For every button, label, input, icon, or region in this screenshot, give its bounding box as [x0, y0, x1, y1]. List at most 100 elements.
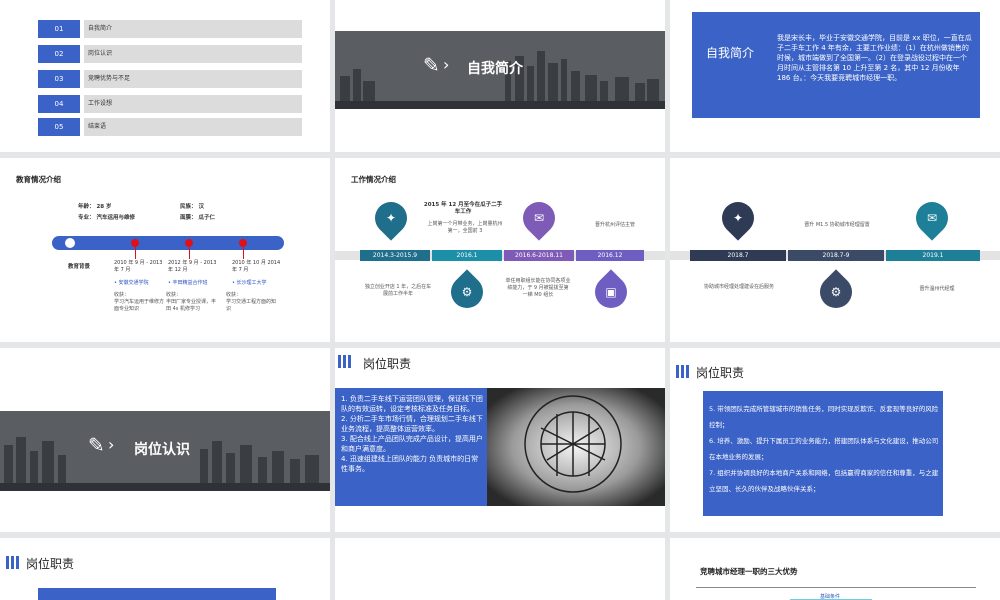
company-label: 面膜： 瓜子仁	[180, 215, 215, 221]
highlight-title: 2015 年 12 月至今在瓜子二手车工作	[423, 202, 503, 215]
period-chip: 2018.7	[690, 250, 786, 261]
edu-school: • 丰田精益合作班	[168, 280, 208, 286]
toc-label: 自我简介	[84, 20, 302, 38]
major-label: 专业： 汽车运用与维修	[78, 215, 135, 221]
edu-date: 2010 年 9 月 - 2013 年 7 月	[114, 260, 163, 273]
city-banner: ✎ › 岗位认识	[0, 411, 330, 491]
architecture-photo	[487, 388, 665, 506]
edu-date: 2012 年 9 月 - 2013 年 12 月	[168, 260, 217, 273]
slide-blank[interactable]	[335, 538, 665, 600]
work-note: 单任用职组长能在协同各项业绩能力，于 9 月被提拔至第一梯 M0 组长	[505, 278, 571, 298]
edu-date: 2010 年 10 月 2014 年 7 月	[232, 260, 281, 273]
toc-item[interactable]: 05 结束语	[38, 118, 302, 136]
period-chip: 2014.3-2015.9	[360, 250, 430, 261]
gear-icon: ⚙	[461, 285, 473, 299]
slide-intro-banner[interactable]: ✎ › 自我简介	[335, 0, 665, 152]
timeline-bar	[52, 236, 284, 250]
duty-box: 5. 带领团队完成所管辖城市的销售任务，同时实现反欺诈、反套现等良好的风险控制；…	[703, 391, 943, 516]
slide-toc[interactable]: 01 自我简介 02 岗位认识 03 竞聘优势与不足 04 工作设想 05 结束…	[0, 0, 330, 152]
section-marker	[338, 355, 351, 368]
timeline-dot	[239, 239, 247, 247]
briefcase-icon: ▣	[605, 285, 617, 299]
toc-label: 岗位认识	[84, 45, 302, 63]
slide-work-2[interactable]: ✦ ✉ 2018.7 2018.7-9 2019.1 ⚙ 协助城市经理处理建设在…	[670, 158, 1000, 342]
toc-num: 03	[38, 70, 80, 88]
slide-title: 岗位职责	[363, 357, 412, 371]
edu-school: • 安徽交通学院	[114, 280, 149, 286]
slide-duties-2[interactable]: 岗位职责 5. 带领团队完成所管辖城市的销售任务，同时实现反欺诈、反套现等良好的…	[670, 348, 1000, 532]
slide-duties-1[interactable]: 岗位职责 1. 负责二手车线下运营团队管理，保证线下团队的有效运转，设定考核标准…	[335, 348, 665, 532]
slide-role-banner[interactable]: ✎ › 岗位认识	[0, 348, 330, 532]
slide-title: 教育情况介绍	[16, 175, 61, 184]
pin-marker: ⚙	[813, 269, 859, 315]
slide-intro-text[interactable]: 自我简介 我是宋长丰，毕业于安徽交通学院，目前是 xx 职位，一直在瓜子二手车工…	[670, 0, 1000, 152]
lightbulb-icon: ✦	[732, 211, 744, 225]
edu-note: 收获： 学习交通工程方面的知识	[226, 292, 277, 312]
toc-item[interactable]: 02 岗位认识	[38, 45, 302, 63]
duty-text: 5. 带领团队完成所管辖城市的销售任务，同时实现反欺诈、反套现等良好的风险控制；…	[709, 405, 939, 493]
edu-note: 收获： 学习汽车运用于维修方面专业知识	[114, 292, 165, 312]
intro-text: 我是宋长丰，毕业于安徽交通学院，目前是 xx 职位，一直在瓜子二手车工作 4 年…	[777, 34, 972, 82]
timeline-start	[65, 238, 75, 248]
slide-education[interactable]: 教育情况介绍 年龄： 28 岁 民族： 汉 专业： 汽车运用与维修 面膜： 瓜子…	[0, 158, 330, 342]
banner-title: 自我简介	[467, 61, 523, 77]
slide-title: 竞聘城市经理一职的三大优势	[700, 567, 798, 576]
slide-advantages[interactable]: 竞聘城市经理一职的三大优势 基础条件	[670, 538, 1000, 600]
pin-marker: ✦	[715, 195, 761, 241]
banner-title: 岗位认识	[134, 442, 190, 458]
chevron-right-icon: ›	[108, 435, 115, 454]
toc-num: 05	[38, 118, 80, 136]
period-chip: 2016.12	[576, 250, 644, 261]
edu-note: 收获： 丰田厂家专业授课，丰田 4s 机修学习	[166, 292, 217, 312]
section-marker	[6, 556, 19, 569]
pin-marker: ✦	[368, 195, 414, 241]
nation-label: 民族： 汉	[180, 204, 204, 210]
age-label: 年龄： 28 岁	[78, 204, 112, 210]
period-chip: 2016.1	[432, 250, 502, 261]
toc-label: 竞聘优势与不足	[84, 70, 302, 88]
period-chip: 2019.1	[886, 250, 980, 261]
duty-box	[38, 588, 276, 600]
duty-box: 1. 负责二手车线下运营团队管理，保证线下团队的有效运转，设定考核标准及任务目标…	[335, 388, 487, 506]
intro-box: 自我简介 我是宋长丰，毕业于安徽交通学院，目前是 xx 职位，一直在瓜子二手车工…	[692, 12, 980, 118]
work-note: 晋升杭州评估主管	[594, 222, 635, 228]
chevron-right-icon: ›	[443, 55, 450, 74]
period-chip: 2016.6-2018.11	[504, 250, 574, 261]
toc-item[interactable]: 03 竞聘优势与不足	[38, 70, 302, 88]
slide-work[interactable]: 工作情况介绍 2015 年 12 月至今在瓜子二手车工作 上岗第一个月带业务，上…	[335, 158, 665, 342]
timeline-dot	[131, 239, 139, 247]
divider	[696, 587, 976, 588]
edu-school: • 长沙理工大学	[232, 280, 267, 286]
section-marker	[676, 365, 689, 378]
toc-item[interactable]: 01 自我简介	[38, 20, 302, 38]
pin-marker: ✉	[909, 195, 955, 241]
lightbulb-icon: ✦	[385, 211, 397, 225]
toc-item[interactable]: 04 工作设想	[38, 95, 302, 113]
work-note: 晋升温州代经理	[919, 286, 955, 292]
toc-label: 工作设想	[84, 95, 302, 113]
pen-icon: ✎	[88, 433, 105, 457]
slide-title: 工作情况介绍	[351, 175, 396, 184]
pin-marker: ▣	[588, 269, 634, 315]
highlight-sub: 上岗第一个月带业务，上岗量杭州第一，全国前 3	[427, 221, 503, 234]
bg-label: 教育背景	[68, 264, 91, 270]
slide-title: 岗位职责	[696, 366, 745, 380]
city-banner: ✎ › 自我简介	[335, 31, 665, 109]
intro-title: 自我简介	[706, 46, 755, 60]
slide-title: 岗位职责	[26, 557, 75, 571]
duty-text: 1. 负责二手车线下运营团队管理，保证线下团队的有效运转，设定考核标准及任务目标…	[341, 395, 483, 473]
toc-num: 04	[38, 95, 80, 113]
toc-label: 结束语	[84, 118, 302, 136]
work-note: 晋升 M1.5 协助城市经理留置	[804, 222, 870, 228]
pin-marker: ⚙	[444, 269, 490, 315]
pen-icon: ✎	[423, 53, 440, 77]
period-chip: 2018.7-9	[788, 250, 884, 261]
slide-duties-3[interactable]: 岗位职责	[0, 538, 330, 600]
mail-icon: ✉	[533, 211, 545, 225]
gear-icon: ⚙	[830, 285, 842, 299]
toc-num: 02	[38, 45, 80, 63]
toc-num: 01	[38, 20, 80, 38]
pin-marker: ✉	[516, 195, 562, 241]
mail-icon: ✉	[926, 211, 938, 225]
work-note: 独立创业开店 1 年，之后在车展前工作半年	[364, 284, 432, 297]
